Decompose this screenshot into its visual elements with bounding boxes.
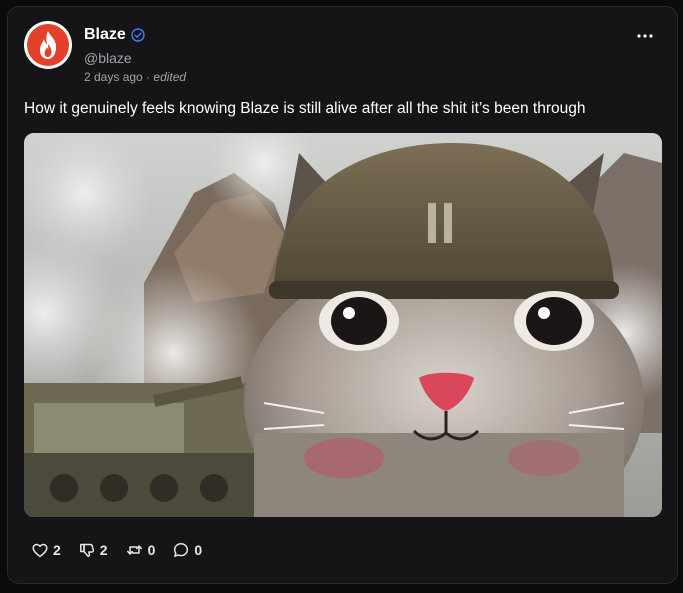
meta-separator: · xyxy=(146,70,151,84)
post-image[interactable] xyxy=(24,133,662,517)
post-card: Blaze @blaze 2 days ago · edited How it … xyxy=(7,6,678,584)
comment-icon xyxy=(174,543,189,557)
comment-count: 0 xyxy=(194,542,203,558)
dislike-button[interactable]: 2 xyxy=(79,542,108,558)
like-count: 2 xyxy=(53,542,61,558)
post-actions: 2 2 0 0 xyxy=(32,542,202,558)
thumbs-down-icon xyxy=(79,543,94,558)
author-name[interactable]: Blaze xyxy=(84,26,126,44)
author-handle[interactable]: @blaze xyxy=(84,50,132,66)
cat-soldier-image xyxy=(24,133,662,517)
dislike-count: 2 xyxy=(99,542,108,558)
verified-badge-icon xyxy=(131,28,145,42)
like-button[interactable]: 2 xyxy=(32,542,61,558)
repost-button[interactable]: 0 xyxy=(126,542,156,558)
timestamp[interactable]: 2 days ago xyxy=(84,70,143,84)
post-text: How it genuinely feels knowing Blaze is … xyxy=(24,100,586,117)
comment-button[interactable]: 0 xyxy=(173,542,202,558)
ellipsis-icon xyxy=(637,34,653,38)
heart-icon xyxy=(32,543,48,557)
edited-label: edited xyxy=(153,70,187,84)
post-meta: 2 days ago · edited xyxy=(84,70,186,84)
repost-icon xyxy=(126,545,142,555)
repost-count: 0 xyxy=(147,542,156,558)
flame-logo-icon xyxy=(27,24,69,66)
avatar[interactable] xyxy=(24,21,72,69)
more-options-button[interactable] xyxy=(633,27,657,45)
author-line: Blaze xyxy=(84,26,145,44)
